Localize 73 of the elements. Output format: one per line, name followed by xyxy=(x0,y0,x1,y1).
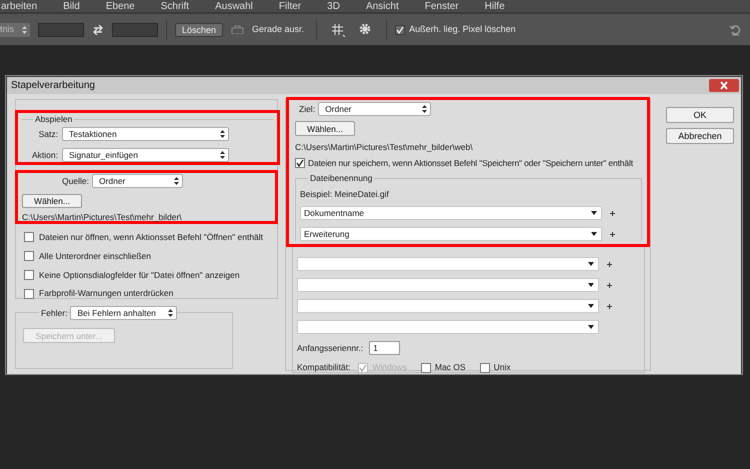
serial-number-field[interactable]: 1 xyxy=(369,341,400,356)
up-down-arrow-icon xyxy=(220,130,225,138)
caret-icon xyxy=(591,232,597,236)
settings-icon[interactable] xyxy=(359,23,372,36)
menu-item[interactable]: 3D xyxy=(327,1,340,12)
checkbox[interactable] xyxy=(420,362,431,373)
field-label: Anfangsseriennr.: xyxy=(297,342,364,355)
menu-item[interactable]: Auswahl xyxy=(215,1,253,12)
grid-icon[interactable] xyxy=(331,22,346,36)
up-down-arrow-icon xyxy=(174,177,179,185)
button[interactable]: Abbrechen xyxy=(666,128,734,144)
checkbox[interactable] xyxy=(24,232,34,242)
field-label: Kompatibilität: xyxy=(297,361,350,374)
button[interactable]: OK xyxy=(666,107,734,123)
swap-icon[interactable] xyxy=(92,24,104,34)
height-field[interactable] xyxy=(112,22,158,36)
checkbox-label: Außerh. lieg. Pixel löschen xyxy=(409,22,516,36)
caret-icon xyxy=(588,325,594,330)
field-label: Aktion: xyxy=(32,148,58,162)
checkbox[interactable] xyxy=(395,24,406,34)
close-icon[interactable] xyxy=(709,79,739,92)
checkbox-label: Mac OS xyxy=(434,361,466,374)
button[interactable]: Wählen... xyxy=(22,194,82,208)
menu-item[interactable]: Fenster xyxy=(424,1,459,12)
caret-icon xyxy=(588,283,594,288)
up-down-arrow-icon xyxy=(22,26,27,34)
caret-icon xyxy=(588,304,594,308)
width-field[interactable] xyxy=(38,22,84,36)
dropdown[interactable]: Ordner xyxy=(92,174,183,188)
field-label: Quelle: xyxy=(62,174,89,188)
example-text: Beispiel: MeineDatei.gif xyxy=(300,188,390,200)
dropdown[interactable]: Dokumentname xyxy=(300,206,602,220)
folder-path: C:\Users\Martin\Pictures\Test\mehr_bilder\web\ xyxy=(295,141,474,154)
dropdown[interactable]: Testaktionen xyxy=(62,127,229,141)
section-legend: Abspielen xyxy=(33,114,74,125)
up-down-arrow-icon xyxy=(168,309,174,317)
checkbox[interactable] xyxy=(295,158,305,168)
folder-path: C:\Users\Martin\Pictures\Test\mehr_bilder\ xyxy=(22,211,183,224)
checkbox[interactable] xyxy=(480,362,490,373)
menu-item[interactable]: Schrift xyxy=(160,1,190,12)
up-down-arrow-icon xyxy=(220,151,225,159)
checkbox[interactable] xyxy=(24,270,34,280)
menu-item[interactable]: arbeiten xyxy=(1,1,38,12)
caret-icon xyxy=(591,211,597,216)
checkbox-label: Dateien nur öffnen, wenn Aktionsset Befehl "Öffnen" enthält xyxy=(39,231,264,244)
dropdown[interactable]: Signatur_einfügen xyxy=(62,148,229,162)
menu-item[interactable]: Hilfe xyxy=(484,1,505,12)
checkbox-label: Farbprofil-Warnungen unterdrücken xyxy=(39,287,174,300)
menu-item[interactable]: Ansicht xyxy=(366,1,399,12)
dropdown[interactable]: Ordner xyxy=(318,102,432,116)
menu-item[interactable]: Ebene xyxy=(106,1,135,12)
checkbox-label: Alle Unterordner einschließen xyxy=(39,250,151,262)
checkbox[interactable] xyxy=(24,288,34,299)
section-legend: Dateibenennung xyxy=(308,172,374,184)
checkbox-label: Dateien nur speichern, wenn Aktionsset Befehl "Speichern" oder "Speichern unter" enthält xyxy=(308,156,633,170)
straighten-label: Gerade ausr. xyxy=(252,22,304,36)
dropdown[interactable]: Bei Fehlern anhalten xyxy=(70,306,178,320)
menu-item[interactable]: Bild xyxy=(63,1,80,12)
clear-button[interactable]: Löschen xyxy=(175,22,224,36)
field-label: Satz: xyxy=(38,128,58,140)
window-title: Stapelverarbeitung xyxy=(11,79,95,93)
checkbox-label: Keine Optionsdialogfelder für "Datei öffnen" anzeigen xyxy=(39,268,240,282)
dropdown[interactable]: Erweiterung xyxy=(300,227,602,242)
field-label: Ziel: xyxy=(299,102,316,116)
up-down-arrow-icon xyxy=(422,105,428,113)
level-icon[interactable] xyxy=(231,25,244,34)
menu-item[interactable]: Filter xyxy=(278,1,302,12)
checkbox-label: Unix xyxy=(494,361,511,374)
button[interactable]: Wählen... xyxy=(295,121,355,136)
field-label: Fehler: xyxy=(39,306,68,320)
reset-icon[interactable] xyxy=(728,24,741,36)
caret-icon xyxy=(588,262,594,266)
checkbox[interactable] xyxy=(24,251,34,262)
